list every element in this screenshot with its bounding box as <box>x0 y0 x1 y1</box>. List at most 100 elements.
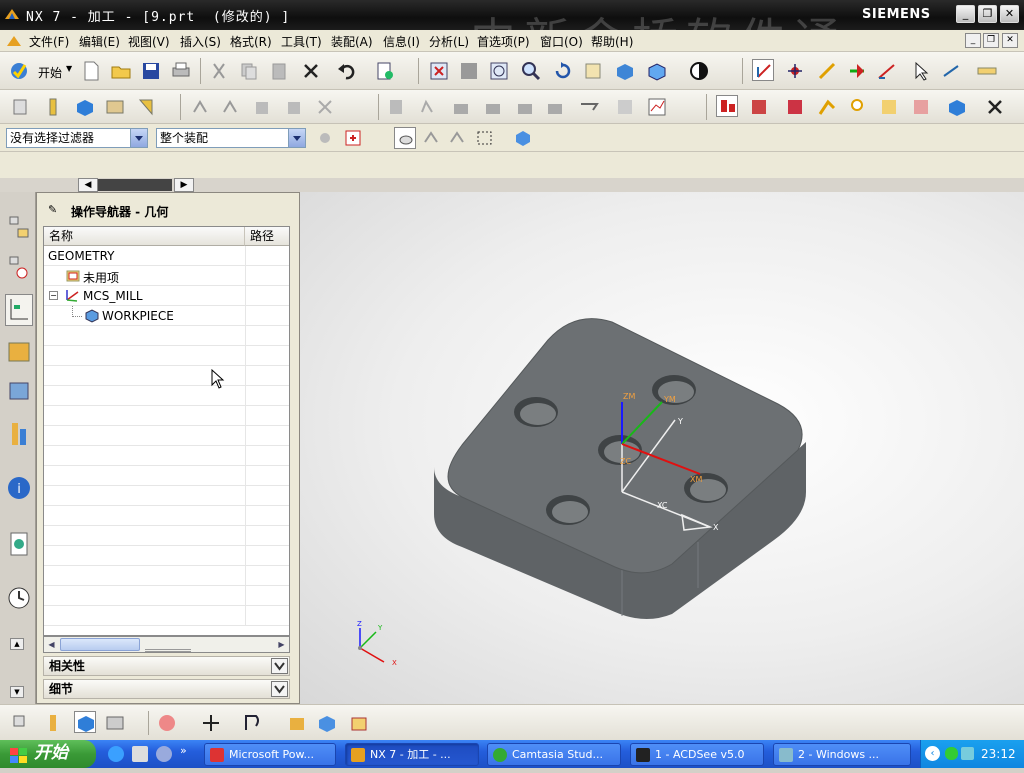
add-point-icon[interactable] <box>200 712 222 734</box>
mdi-close-button[interactable]: ✕ <box>1002 33 1018 48</box>
zoom-icon[interactable] <box>488 60 510 82</box>
start-button[interactable]: 开始 <box>0 740 96 768</box>
information-window-icon[interactable] <box>374 60 396 82</box>
replay-toolpath-icon[interactable] <box>220 96 242 118</box>
zoom-window-icon[interactable] <box>458 60 480 82</box>
create-operation-icon[interactable] <box>136 96 158 118</box>
start-icon[interactable] <box>8 60 30 82</box>
wcs-change-icon[interactable] <box>876 60 898 82</box>
list-toolpath-icon[interactable] <box>252 96 274 118</box>
workpiece-display-icon[interactable] <box>946 96 968 118</box>
simulate-machine-icon[interactable] <box>314 96 336 118</box>
snap-point-icon[interactable] <box>940 60 962 82</box>
machine-tool-icon[interactable] <box>578 96 600 118</box>
explorer-quicklaunch-icon[interactable] <box>132 746 148 762</box>
select-face-icon[interactable] <box>446 127 468 149</box>
new-file-icon[interactable] <box>80 60 102 82</box>
postprocess-icon[interactable] <box>386 96 408 118</box>
tree-row-workpiece[interactable]: WORKPIECE <box>44 306 289 326</box>
operation-navigator-icon[interactable] <box>5 294 33 326</box>
scroll-right-button[interactable]: ▶ <box>174 178 194 192</box>
pin-icon[interactable]: ✎ <box>48 203 57 216</box>
tool-view-icon[interactable] <box>846 96 868 118</box>
print-icon[interactable] <box>170 60 192 82</box>
pan-icon[interactable] <box>582 60 604 82</box>
snap-toggle-icon[interactable] <box>342 127 364 149</box>
close-button[interactable]: ✕ <box>1000 5 1019 23</box>
tree-row-geometry[interactable]: GEOMETRY <box>44 246 289 266</box>
geometry-view-icon[interactable] <box>784 96 806 118</box>
wcs-orient-icon[interactable] <box>752 59 774 81</box>
machining-features-icon[interactable] <box>5 376 33 408</box>
menu-info[interactable]: 信息(I) <box>383 33 420 50</box>
curve-icon[interactable] <box>242 712 264 734</box>
menu-app-icon[interactable] <box>6 34 22 48</box>
clock[interactable]: 23:12 <box>981 747 1016 761</box>
taskbar-windows-explorer[interactable]: 2 - Windows ... <box>773 743 911 766</box>
system-materials-icon[interactable]: i <box>5 472 33 504</box>
save-icon[interactable] <box>140 60 162 82</box>
program-order-view-icon[interactable] <box>716 95 738 117</box>
chevron-down-icon[interactable] <box>271 681 288 697</box>
taskbar-powerpoint[interactable]: Microsoft Pow... <box>204 743 336 766</box>
feature-ops-icon[interactable] <box>156 712 178 734</box>
chevron-down-icon[interactable] <box>130 129 147 147</box>
graphics-window[interactable]: ZM YM XM ZC Y XC X Z Y X <box>300 192 1024 704</box>
rectangle-select-icon[interactable] <box>474 127 496 149</box>
web-browser-icon[interactable] <box>5 528 33 560</box>
scroll-left-button[interactable]: ◀ <box>78 178 98 192</box>
reuse-library-icon[interactable] <box>5 418 33 450</box>
menu-analysis[interactable]: 分析(L) <box>429 33 469 50</box>
program-view-icon[interactable] <box>10 712 32 734</box>
minimize-button[interactable]: _ <box>956 5 975 23</box>
menu-view[interactable]: 视图(V) <box>128 33 170 50</box>
machine-tool-navigator-icon[interactable] <box>5 336 33 368</box>
rendering-style-icon[interactable] <box>646 60 668 82</box>
menu-file[interactable]: 文件(F) <box>29 33 69 50</box>
volume-icon[interactable] <box>961 747 974 760</box>
start-dropdown-icon[interactable]: ▼ <box>66 64 72 73</box>
create-method-icon[interactable] <box>104 96 126 118</box>
verify-toolpath-icon[interactable] <box>284 96 306 118</box>
collapse-icon[interactable]: − <box>49 291 58 300</box>
mdi-minimize-button[interactable]: _ <box>965 33 981 48</box>
scroll-left-arrow[interactable]: ◀ <box>44 637 59 652</box>
tray-app-icon[interactable] <box>945 747 958 760</box>
menu-preferences[interactable]: 首选项(P) <box>477 33 530 50</box>
constraint-navigator-icon[interactable] <box>5 252 33 284</box>
tray-expand-icon[interactable]: ‹ <box>925 746 940 761</box>
history-icon[interactable] <box>5 582 33 614</box>
resource-scroll-down-button[interactable]: ▼ <box>10 686 24 698</box>
create-tool-icon[interactable] <box>42 96 64 118</box>
chevron-down-icon[interactable] <box>271 658 288 674</box>
tool-list-icon[interactable] <box>42 712 64 734</box>
menu-insert[interactable]: 插入(S) <box>180 33 221 50</box>
taskbar-nx[interactable]: NX 7 - 加工 - ... <box>345 743 479 766</box>
method-list-icon[interactable] <box>104 712 126 734</box>
orient-view-icon[interactable] <box>688 60 710 82</box>
delete-icon[interactable] <box>300 60 322 82</box>
blank-icon[interactable] <box>348 712 370 734</box>
gouge-check-icon[interactable] <box>878 96 900 118</box>
generate-toolpath-icon[interactable] <box>190 96 212 118</box>
tree-row-unused[interactable]: 未用项 <box>44 266 289 286</box>
measure-icon[interactable] <box>976 60 998 82</box>
menu-assembly[interactable]: 装配(A) <box>331 33 373 50</box>
delete-operation-icon[interactable] <box>984 96 1006 118</box>
cut-levels-icon[interactable] <box>450 96 472 118</box>
copy-icon[interactable] <box>238 60 260 82</box>
tube-icon[interactable] <box>286 712 308 734</box>
select-solid-icon[interactable] <box>512 127 534 149</box>
toolpath-edit-icon[interactable] <box>910 96 932 118</box>
selection-filter-dropdown[interactable]: 没有选择过滤器 <box>6 128 148 148</box>
feeds-speeds-icon[interactable] <box>482 96 504 118</box>
assembly-scope-dropdown[interactable]: 整个装配 <box>156 128 306 148</box>
engage-retract-icon[interactable] <box>514 96 536 118</box>
ie-quicklaunch-icon[interactable] <box>108 746 124 762</box>
magnify-icon[interactable] <box>520 60 542 82</box>
shop-docs-icon[interactable] <box>418 96 440 118</box>
create-program-icon[interactable] <box>10 96 32 118</box>
resource-scroll-up-button[interactable]: ▲ <box>10 638 24 650</box>
menu-help[interactable]: 帮助(H) <box>591 33 633 50</box>
menu-format[interactable]: 格式(R) <box>230 33 272 50</box>
